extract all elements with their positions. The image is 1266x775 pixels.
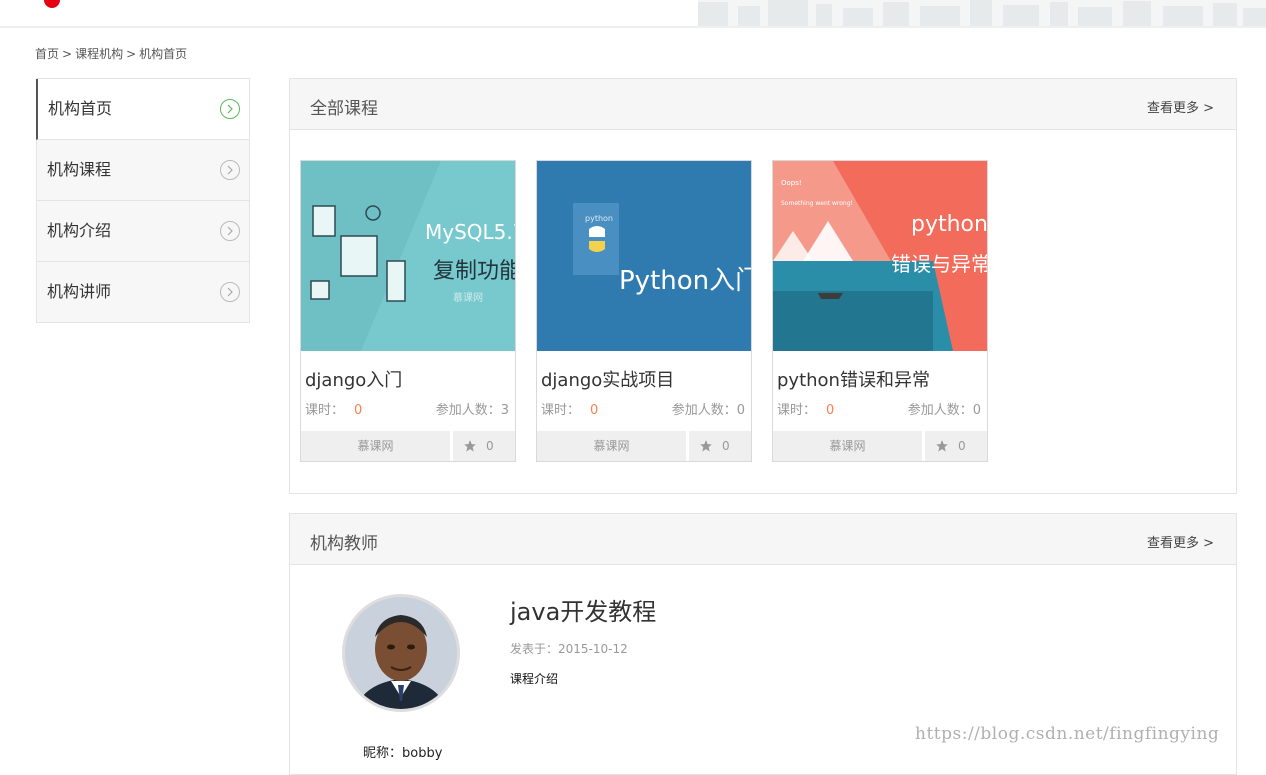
thumb-text: Oops! [781,179,802,187]
students-count: 参加人数：0 [672,399,745,418]
teacher-avatar[interactable] [342,594,460,712]
course-name[interactable]: python错误和异常 [777,366,930,392]
view-more-teachers-link[interactable]: 查看更多 > [1147,532,1214,551]
card-footer: 慕课网 0 [301,431,515,461]
students-value: 0 [736,403,745,418]
students-count: 参加人数：0 [908,399,981,418]
hours-value: 0 [590,403,599,418]
course-name[interactable]: django实战项目 [541,366,674,392]
thumb-text: Python入门 [619,266,751,296]
all-courses-panel: 全部课程 查看更多 > MySQL5.7 复制功能 慕课网 django入门 课… [289,78,1237,494]
favorite-count: 0 [722,439,730,453]
breadcrumb-org-list-link[interactable]: 课程机构 [75,47,123,61]
course-card[interactable]: python Python入门 django实战项目 课时： 0 参加人数：0 慕… [536,160,752,462]
thumb-text: 错误与异常 [891,252,987,276]
favorite-button[interactable]: 0 [922,431,987,461]
teacher-course-title[interactable]: java开发教程 [510,592,656,627]
top-header [0,0,1266,28]
org-name[interactable]: 慕课网 [301,431,450,461]
sidebar-item-label: 机构介绍 [47,221,112,240]
breadcrumb: 首页 > 课程机构 > 机构首页 [35,45,187,62]
teacher-nickname: 昵称：bobby [363,746,443,761]
sidebar-item-org-intro[interactable]: 机构介绍 [37,201,249,262]
favorite-button[interactable]: 0 [686,431,751,461]
favorite-button[interactable]: 0 [450,431,515,461]
sidebar-item-org-home[interactable]: 机构首页 [36,79,249,140]
panel-header: 全部课程 查看更多 > [290,79,1236,130]
course-name[interactable]: django入门 [305,366,402,392]
watermark-text: https://blog.csdn.net/fingfingying [915,724,1220,744]
breadcrumb-separator: > [62,47,73,61]
hours-value: 0 [826,403,835,418]
breadcrumb-home-link[interactable]: 首页 [35,47,59,61]
course-thumbnail[interactable]: MySQL5.7 复制功能 慕课网 [301,161,515,351]
view-more-courses-link[interactable]: 查看更多 > [1147,97,1214,116]
thumb-text: 慕课网 [453,291,483,304]
course-card[interactable]: Oops! Something went wrong! python 错误与异常… [772,160,988,462]
course-meta: 课时： 0 参加人数：0 [777,399,981,418]
course-thumbnail[interactable]: python Python入门 [537,161,751,351]
sidebar-item-label: 机构讲师 [47,282,112,301]
students-label: 参加人数： [671,403,737,418]
org-name[interactable]: 慕课网 [537,431,686,461]
thumb-text: 复制功能 [433,259,515,284]
chevron-right-icon [220,160,240,180]
header-skyline-decoration [698,0,1266,26]
hours-label: 课时： [305,403,345,418]
sidebar-item-org-courses[interactable]: 机构课程 [37,140,249,201]
course-card[interactable]: MySQL5.7 复制功能 慕课网 django入门 课时： 0 参加人数：3 慕… [300,160,516,462]
chevron-right-icon [220,282,240,302]
teacher-publish-date: 发表于：2015-10-12 [510,642,628,656]
teacher-course-desc: 课程介绍 [510,672,559,686]
card-footer: 慕课网 0 [537,431,751,461]
sidebar-item-org-teachers[interactable]: 机构讲师 [37,262,249,322]
course-meta: 课时： 0 参加人数：3 [305,399,509,418]
students-count: 参加人数：3 [436,399,509,418]
org-sidebar-nav: 机构首页 机构课程 机构介绍 机构讲师 [36,78,250,323]
breadcrumb-separator: > [126,47,137,61]
course-meta: 课时： 0 参加人数：0 [541,399,745,418]
favorite-count: 0 [486,439,494,453]
chevron-right-icon [220,99,240,119]
thumb-text: python [585,214,613,223]
breadcrumb-current: 机构首页 [139,47,188,61]
thumb-text: python [911,212,987,237]
thumb-text: MySQL5.7 [425,220,515,244]
card-footer: 慕课网 0 [773,431,987,461]
org-name[interactable]: 慕课网 [773,431,922,461]
hours-value: 0 [354,403,363,418]
star-icon [936,440,948,452]
star-icon [700,440,712,452]
chevron-right-icon [220,221,240,241]
favorite-count: 0 [958,439,966,453]
students-label: 参加人数： [435,403,501,418]
panel-header: 机构教师 查看更多 > [290,514,1236,565]
thumb-text: Something went wrong! [781,200,853,207]
star-icon [464,440,476,452]
students-value: 0 [972,403,981,418]
students-value: 3 [500,403,509,418]
hours-label: 课时： [541,403,581,418]
course-thumbnail[interactable]: Oops! Something went wrong! python 错误与异常 [773,161,987,351]
panel-title: 机构教师 [310,534,378,554]
panel-title: 全部课程 [310,99,378,119]
sidebar-item-label: 机构首页 [48,99,113,118]
hours-label: 课时： [777,403,817,418]
site-logo[interactable] [44,0,60,8]
sidebar-item-label: 机构课程 [47,160,112,179]
students-label: 参加人数： [907,403,973,418]
